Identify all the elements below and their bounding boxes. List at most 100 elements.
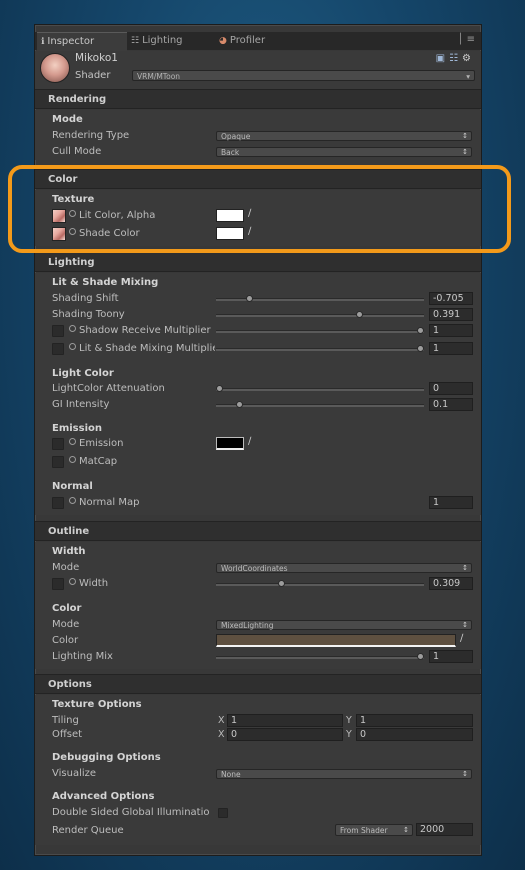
gi-intensity-track[interactable]: [216, 404, 424, 407]
shading-toony-track[interactable]: [216, 314, 424, 317]
object-picker-icon[interactable]: [69, 438, 76, 445]
section-outline[interactable]: Outline: [35, 521, 481, 541]
offset-y-field[interactable]: 0: [356, 728, 473, 741]
section-lighting[interactable]: Lighting: [35, 252, 481, 272]
offset-label: Offset: [52, 729, 83, 740]
object-picker-icon[interactable]: [69, 456, 76, 463]
debugging-subhead: Debugging Options: [52, 752, 161, 763]
shading-toony-field[interactable]: 0.391: [429, 308, 473, 321]
emission-texture-slot[interactable]: [52, 438, 64, 450]
outline-color-subhead: Color: [52, 603, 82, 614]
tab-bar: ℹ Inspector ☷ Lighting ◕ Profiler │ ≡: [35, 32, 481, 51]
rendering-type-dropdown[interactable]: Opaque ↕: [216, 131, 472, 141]
mixing-mult-track[interactable]: [216, 348, 424, 351]
object-name: Mikoko1: [75, 52, 118, 64]
double-sided-label: Double Sided Global Illuminatio: [52, 807, 210, 818]
tiling-x-field[interactable]: 1: [227, 714, 343, 727]
atten-track[interactable]: [216, 388, 424, 391]
gi-intensity-label: GI Intensity: [52, 399, 110, 410]
lighting-mix-field[interactable]: 1: [429, 650, 473, 663]
render-queue-field[interactable]: 2000: [416, 823, 473, 836]
normal-map-texture-slot[interactable]: [52, 497, 64, 509]
object-picker-icon[interactable]: [69, 325, 76, 332]
advanced-subhead: Advanced Options: [52, 791, 155, 802]
color-mode-dropdown[interactable]: MixedLighting ↕: [216, 620, 472, 630]
shading-toony-slider-thumb[interactable]: [355, 311, 363, 318]
chevron-updown-icon: ↕: [462, 148, 468, 156]
cull-mode-dropdown[interactable]: Back ↕: [216, 147, 472, 157]
mode-subhead: Mode: [52, 114, 83, 125]
tab-menu-icon[interactable]: │ ≡: [457, 34, 475, 45]
mixing-mult-texture-slot[interactable]: [52, 343, 64, 355]
object-picker-icon[interactable]: [69, 343, 76, 350]
shadow-receive-label: Shadow Receive Multiplier: [69, 325, 211, 336]
header-icons[interactable]: ▣☷⚙: [436, 53, 475, 64]
book-icon[interactable]: ▣: [436, 53, 449, 64]
shadow-receive-texture-slot[interactable]: [52, 325, 64, 337]
offset-x-field[interactable]: 0: [227, 728, 343, 741]
lighting-mix-label: Lighting Mix: [52, 651, 113, 662]
mixing-mult-slider-thumb[interactable]: [417, 345, 424, 352]
atten-label: LightColor Attenuation: [52, 383, 165, 394]
object-picker-icon[interactable]: [69, 497, 76, 504]
tab-lighting[interactable]: ☷ Lighting: [127, 32, 211, 50]
chevron-updown-icon: ↕: [462, 770, 468, 778]
tiling-label: Tiling: [52, 715, 79, 726]
mixing-subhead: Lit & Shade Mixing: [52, 277, 159, 288]
tab-inspector[interactable]: ℹ Inspector: [37, 32, 127, 51]
lighting-mix-slider-thumb[interactable]: [417, 653, 424, 660]
gi-intensity-field[interactable]: 0.1: [429, 398, 473, 411]
atten-slider-thumb[interactable]: [216, 385, 223, 392]
tiling-x-label: X: [218, 715, 225, 726]
shading-toony-label: Shading Toony: [52, 309, 125, 320]
tiling-y-label: Y: [346, 715, 352, 726]
color-section-highlight: [8, 165, 511, 253]
tab-profiler[interactable]: ◕ Profiler: [215, 32, 299, 50]
eyedropper-icon[interactable]: ∕: [460, 633, 463, 644]
double-sided-checkbox[interactable]: [218, 808, 228, 818]
section-options[interactable]: Options: [35, 674, 481, 694]
shading-shift-label: Shading Shift: [52, 293, 119, 304]
chevron-updown-icon: ↕: [403, 826, 409, 834]
info-icon: ℹ: [41, 37, 45, 47]
width-mode-label: Mode: [52, 562, 80, 573]
shadow-receive-track[interactable]: [216, 330, 424, 333]
gear-icon[interactable]: ⚙: [462, 53, 475, 64]
lighting-mix-track[interactable]: [216, 656, 424, 659]
section-rendering[interactable]: Rendering: [35, 89, 481, 109]
eyedropper-icon[interactable]: ∕: [248, 436, 251, 447]
chevron-down-icon: ▾: [466, 72, 470, 81]
visualize-dropdown[interactable]: None ↕: [216, 769, 472, 779]
mixing-mult-field[interactable]: 1: [429, 342, 473, 355]
emission-label: Emission: [69, 438, 124, 449]
shadow-receive-slider-thumb[interactable]: [417, 327, 424, 334]
outline-width-track[interactable]: [216, 583, 424, 586]
render-queue-source-dropdown[interactable]: From Shader ↕: [335, 824, 413, 836]
shadow-receive-field[interactable]: 1: [429, 324, 473, 337]
tiling-y-field[interactable]: 1: [356, 714, 473, 727]
chevron-updown-icon: ↕: [462, 132, 468, 140]
emission-color-swatch[interactable]: [216, 437, 244, 450]
normal-map-field[interactable]: 1: [429, 496, 473, 509]
width-mode-dropdown[interactable]: WorldCoordinates ↕: [216, 563, 472, 573]
presets-icon[interactable]: ☷: [449, 53, 462, 64]
chevron-updown-icon: ↕: [462, 621, 468, 629]
object-picker-icon[interactable]: [69, 578, 76, 585]
shader-dropdown[interactable]: VRM/MToon ▾: [132, 70, 475, 81]
mixing-mult-label: Lit & Shade Mixing Multiplie: [69, 343, 215, 354]
render-queue-label: Render Queue: [52, 825, 124, 836]
matcap-texture-slot[interactable]: [52, 456, 64, 468]
chevron-updown-icon: ↕: [462, 564, 468, 572]
color-mode-label: Mode: [52, 619, 80, 630]
light-color-subhead: Light Color: [52, 368, 114, 379]
width-texture-slot[interactable]: [52, 578, 64, 590]
normal-subhead: Normal: [52, 481, 93, 492]
outline-color-swatch[interactable]: [216, 634, 456, 647]
profiler-icon: ◕: [219, 36, 227, 46]
outline-width-field[interactable]: 0.309: [429, 577, 473, 590]
offset-y-label: Y: [346, 729, 352, 740]
atten-field[interactable]: 0: [429, 382, 473, 395]
shading-shift-field[interactable]: -0.705: [429, 292, 473, 305]
cull-mode-label: Cull Mode: [52, 146, 102, 157]
visualize-label: Visualize: [52, 768, 97, 779]
